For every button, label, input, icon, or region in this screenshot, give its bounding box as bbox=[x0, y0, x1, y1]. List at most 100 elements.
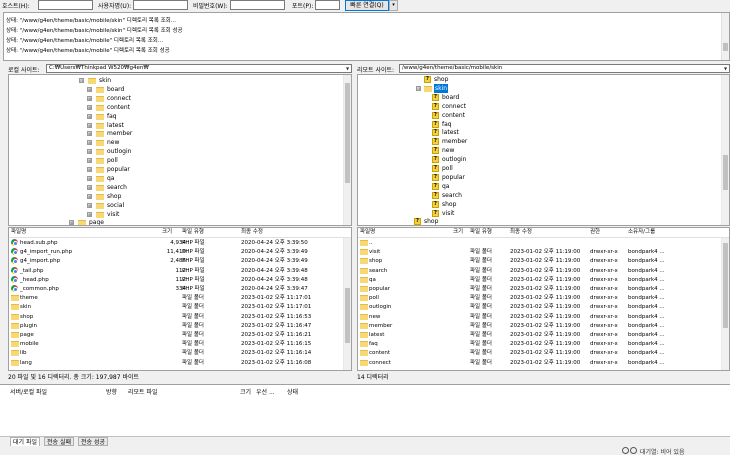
queue-col-file[interactable]: 서버/로컬 파일 bbox=[10, 387, 47, 396]
expander-icon[interactable]: ⊞ bbox=[87, 140, 92, 146]
tree-item[interactable]: ⊞ content bbox=[9, 103, 339, 112]
file-row[interactable]: outlogin 파일 폴더 2023-01-02 오후 11:19:00 drwxr… bbox=[358, 303, 721, 311]
tree-item[interactable]: ? search bbox=[358, 191, 718, 200]
chevron-down-icon[interactable]: ▼ bbox=[722, 65, 729, 72]
expander-icon[interactable]: ⊟ bbox=[416, 85, 421, 91]
user-input[interactable] bbox=[133, 0, 188, 10]
log-scrollbar[interactable] bbox=[721, 13, 729, 60]
col-modified[interactable]: 최종 수정 bbox=[241, 228, 263, 237]
file-row[interactable]: .. bbox=[358, 239, 721, 247]
quick-connect-button[interactable]: 빠른 연결(Q) bbox=[345, 0, 389, 11]
tree-item[interactable]: ⊞ qa bbox=[9, 174, 339, 183]
quick-connect-dropdown-icon[interactable]: ▾ bbox=[389, 0, 398, 11]
file-row[interactable]: content 파일 폴더 2023-01-02 오후 11:19:00 drwxr-… bbox=[358, 349, 721, 357]
host-input[interactable] bbox=[38, 0, 93, 10]
queue-col-status[interactable]: 상태 bbox=[287, 387, 298, 396]
file-row[interactable]: plugin 파일 폴더 2023-01-02 오후 11:16:47 bbox=[9, 322, 343, 330]
col-owner[interactable]: 소유자/그룹 bbox=[628, 228, 655, 237]
file-row[interactable]: shop 파일 폴더 2023-01-02 오후 11:16:53 bbox=[9, 313, 343, 321]
tree-item[interactable]: ⊟ skin bbox=[358, 83, 718, 93]
file-row[interactable]: shop 파일 폴더 2023-01-02 오후 11:19:00 drwxr-xr-… bbox=[358, 257, 721, 265]
expander-icon[interactable]: ⊞ bbox=[87, 175, 92, 181]
expander-icon[interactable]: ⊞ bbox=[87, 184, 92, 190]
local-site-path-input[interactable]: C:₩Users₩Thinkpad W520₩g4en₩ ▼ bbox=[46, 64, 352, 73]
queue-col-size[interactable]: 크기 bbox=[240, 387, 251, 396]
tree-item[interactable]: ? popular bbox=[358, 173, 718, 182]
file-row[interactable]: theme 파일 폴더 2023-01-02 오후 11:17:01 bbox=[9, 294, 343, 302]
file-row[interactable]: new 파일 폴더 2023-01-02 오후 11:19:00 drwxr-xr-x… bbox=[358, 313, 721, 321]
tree-item[interactable]: ⊞ visit bbox=[9, 210, 339, 219]
tree-item[interactable]: ? new bbox=[358, 146, 718, 155]
file-row[interactable]: lang 파일 폴더 2023-01-02 오후 11:16:08 bbox=[9, 359, 343, 367]
file-row[interactable]: connect 파일 폴더 2023-01-02 오후 11:19:00 drwxr-… bbox=[358, 359, 721, 367]
tree-item[interactable]: ⊞ new bbox=[9, 138, 339, 147]
tree-item[interactable]: ? connect bbox=[358, 102, 718, 111]
file-row[interactable]: g4_import_run.php 11,419 PHP 파일 2020-04-24 … bbox=[9, 248, 343, 256]
tree-item[interactable]: ? visit bbox=[358, 209, 718, 218]
expander-icon[interactable]: ⊞ bbox=[87, 167, 92, 172]
file-row[interactable]: _common.php 334 PHP 파일 2020-04-24 오후 3:39:4… bbox=[9, 285, 343, 293]
expander-icon[interactable]: ⊞ bbox=[87, 104, 92, 110]
tree-item[interactable]: ? member bbox=[358, 137, 718, 146]
queue-col-priority[interactable]: 우선 ... bbox=[256, 387, 275, 396]
tree-item[interactable]: ⊞ page bbox=[9, 218, 339, 225]
col-size[interactable]: 크기 bbox=[162, 228, 172, 237]
col-permissions[interactable]: 권한 bbox=[590, 228, 600, 237]
file-row[interactable]: _head.php 112 PHP 파일 2020-04-24 오후 3:39:48 bbox=[9, 275, 343, 284]
expander-icon[interactable]: ⊞ bbox=[87, 158, 92, 164]
file-row[interactable]: poll 파일 폴더 2023-01-02 오후 11:19:00 drwxr-xr-… bbox=[358, 294, 721, 302]
expander-icon[interactable]: ⊞ bbox=[87, 131, 92, 137]
local-directory-tree[interactable]: ⊟ skin ⊞ board ⊞ connect ⊞ content ⊞ faq ⊞ latest ⊞ m… bbox=[8, 74, 352, 226]
expander-icon[interactable]: ⊞ bbox=[87, 149, 92, 155]
expander-icon[interactable]: ⊞ bbox=[87, 122, 92, 128]
col-modified[interactable]: 최종 수정 bbox=[510, 228, 532, 237]
file-row[interactable]: g4_import.php 2,485 PHP 파일 2020-04-24 오후 3:… bbox=[9, 257, 343, 265]
tree-item[interactable]: ? poll bbox=[358, 164, 718, 173]
file-row[interactable]: visit 파일 폴더 2023-01-02 오후 11:19:00 drwxr-xr… bbox=[358, 248, 721, 256]
tree-item[interactable]: ⊞ latest bbox=[9, 121, 339, 130]
tree-item[interactable]: ⊞ board bbox=[9, 85, 339, 94]
queue-col-direction[interactable]: 방향 bbox=[106, 387, 117, 396]
tree-item[interactable]: ⊞ outlogin bbox=[9, 147, 339, 156]
tree-item[interactable]: ⊞ search bbox=[9, 183, 339, 192]
tree-item[interactable]: ⊞ popular bbox=[9, 165, 339, 174]
tree-item[interactable]: ⊞ member bbox=[9, 129, 339, 138]
file-row[interactable]: latest 파일 폴더 2023-01-02 오후 11:19:00 drwxr-x… bbox=[358, 331, 721, 339]
file-row[interactable]: skin 파일 폴더 2023-01-02 오후 11:17:01 bbox=[9, 303, 343, 311]
tree-item[interactable]: ? faq bbox=[358, 120, 718, 129]
col-filename[interactable]: 파일명 bbox=[360, 228, 375, 237]
remote-file-list[interactable]: 파일명 크기 파일 유형 최종 수정 권한 소유자/그룹 .. visit 파일 폴… bbox=[357, 227, 730, 371]
expander-icon[interactable]: ⊞ bbox=[87, 202, 92, 208]
file-row[interactable]: faq 파일 폴더 2023-01-02 오후 11:19:00 drwxr-xr-x… bbox=[358, 340, 721, 348]
file-row[interactable]: member 파일 폴더 2023-01-02 오후 11:19:00 drwxr-x… bbox=[358, 322, 721, 330]
expander-icon[interactable]: ⊞ bbox=[87, 193, 92, 199]
file-row[interactable]: page 파일 폴더 2023-01-02 오후 11:16:21 bbox=[9, 331, 343, 339]
remote-tree-scrollbar[interactable] bbox=[721, 75, 729, 225]
file-row[interactable]: popular 파일 폴더 2023-01-02 오후 11:19:00 drwxr-… bbox=[358, 285, 721, 293]
expander-icon[interactable]: ⊞ bbox=[69, 220, 74, 225]
tree-item[interactable]: ? shop bbox=[358, 200, 718, 209]
tab-failed-transfers[interactable]: 전송 실패 bbox=[44, 437, 74, 446]
expander-icon[interactable]: ⊞ bbox=[87, 86, 92, 92]
remote-list-scrollbar[interactable] bbox=[721, 238, 729, 370]
file-row[interactable]: lib 파일 폴더 2023-01-02 오후 11:16:14 bbox=[9, 349, 343, 357]
chevron-down-icon[interactable]: ▼ bbox=[344, 65, 351, 72]
file-row[interactable]: _tail.php 112 PHP 파일 2020-04-24 오후 3:39:48 bbox=[9, 266, 343, 275]
queue-col-remote-file[interactable]: 리모트 파일 bbox=[128, 387, 158, 396]
tree-item[interactable]: ⊞ poll bbox=[9, 156, 339, 165]
tree-item[interactable]: ? content bbox=[358, 111, 718, 120]
col-type[interactable]: 파일 유형 bbox=[182, 228, 204, 237]
tree-item[interactable]: ⊞ faq bbox=[9, 112, 339, 121]
transfer-queue[interactable]: 서버/로컬 파일 방향 리모트 파일 크기 우선 ... 상태 bbox=[0, 384, 730, 436]
port-input[interactable] bbox=[315, 0, 340, 10]
tree-item[interactable]: ? board bbox=[358, 93, 718, 102]
tree-item[interactable]: ? shop bbox=[358, 75, 718, 84]
col-size[interactable]: 크기 bbox=[453, 228, 463, 237]
local-tree-scrollbar[interactable] bbox=[343, 75, 351, 225]
file-row[interactable]: mobile 파일 폴더 2023-01-02 오후 11:16:15 bbox=[9, 340, 343, 348]
password-input[interactable] bbox=[230, 0, 285, 10]
expander-icon[interactable]: ⊞ bbox=[87, 113, 92, 119]
tree-item[interactable]: ⊞ social bbox=[9, 201, 339, 210]
tree-item[interactable]: ? latest bbox=[358, 128, 718, 137]
col-filename[interactable]: 파일명 bbox=[11, 228, 26, 237]
